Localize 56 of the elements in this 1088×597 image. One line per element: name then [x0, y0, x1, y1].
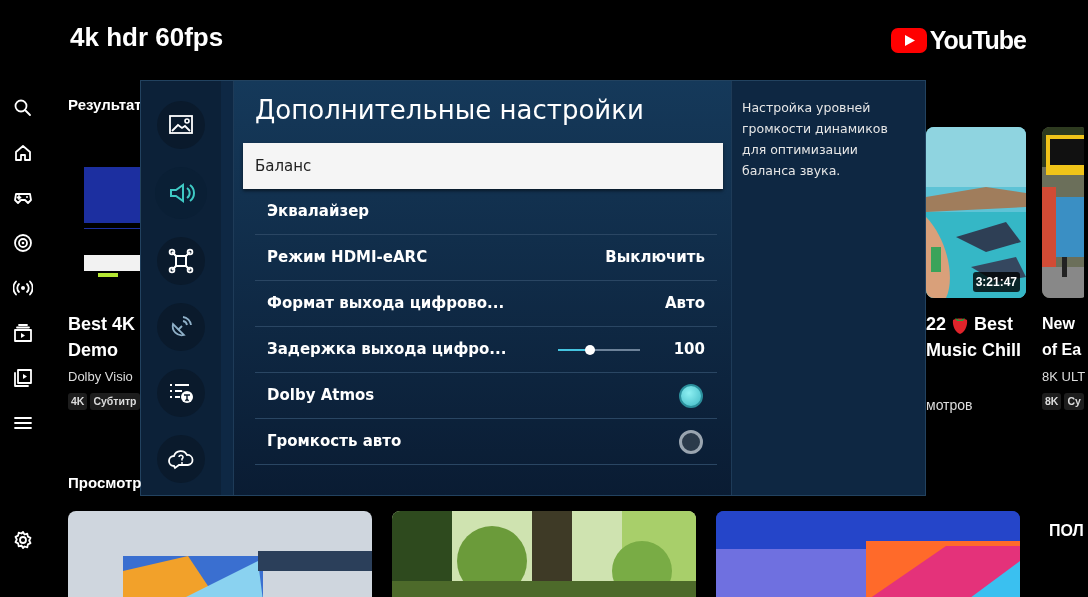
settings-category[interactable] [157, 237, 205, 285]
menu-item[interactable]: Громкость авто [255, 419, 717, 465]
network-icon [166, 246, 196, 276]
section-heading: Результат [68, 95, 142, 115]
item-label: Эквалайзер [267, 201, 370, 223]
settings-category[interactable] [157, 303, 205, 351]
description-text: Настройка уровней громкости динамиков для оптимизации баланса звука. [742, 99, 889, 180]
video-tag: Су [1064, 392, 1084, 411]
settings-category[interactable] [157, 369, 205, 417]
menu-item[interactable]: Эквалайзер [255, 189, 717, 235]
view-count: мотров [926, 396, 974, 415]
item-value: Авто [664, 293, 705, 315]
item-label: Задержка выхода цифро... [267, 339, 507, 361]
video-tag: 4K [68, 392, 88, 411]
item-label: Формат выхода цифрово... [267, 293, 505, 315]
item-label: Громкость авто [267, 431, 402, 453]
item-label: Баланс [255, 155, 312, 177]
section-heading: Просмотр [68, 473, 142, 493]
video-title[interactable]: Demo [68, 337, 118, 363]
search-icon[interactable] [13, 98, 33, 118]
slider-thumb[interactable] [584, 344, 595, 355]
item-label: Dolby Atmos [267, 385, 375, 407]
video-title[interactable]: of Ea [1042, 337, 1082, 363]
channel-name: Dolby Visio [68, 368, 134, 386]
menu-item[interactable]: Задержка выхода цифро... 100 [255, 327, 717, 373]
home-icon[interactable] [13, 143, 33, 163]
video-title[interactable]: Music Chill [926, 337, 1021, 363]
toggle-indicator[interactable] [679, 429, 703, 454]
menu-item[interactable]: Режим HDMI-eARC Выключить [255, 235, 717, 281]
logo-text: YouTube [929, 25, 1026, 56]
play-logo-icon [890, 28, 927, 54]
settings-icon[interactable] [13, 530, 33, 550]
subscriptions-icon[interactable] [13, 323, 33, 343]
menu-item[interactable]: Dolby Atmos [255, 373, 717, 419]
item-value: 100 [673, 339, 705, 361]
section-heading: ПОЛ [1049, 521, 1084, 541]
settings-category[interactable] [157, 101, 205, 149]
item-value: Выключить [605, 247, 705, 269]
broadcast-icon[interactable] [13, 278, 33, 298]
target-icon[interactable] [13, 233, 33, 253]
settings-category[interactable] [157, 435, 205, 483]
toggle-indicator[interactable] [679, 383, 703, 408]
video-title[interactable]: Best [974, 311, 1014, 337]
channel-name: 8K ULT [1042, 368, 1087, 386]
video-title[interactable]: 22 [926, 311, 947, 337]
video-tag: Субтитр [90, 392, 140, 411]
video-title[interactable]: New [1042, 311, 1075, 337]
video-tag: 8K [1042, 392, 1062, 411]
item-label: Режим HDMI-eARC [267, 247, 428, 269]
search-query: 4k hdr 60fps [69, 21, 224, 54]
menu-item[interactable]: Баланс [243, 143, 723, 189]
library-icon[interactable] [13, 368, 33, 388]
video-title[interactable]: Best 4K [68, 311, 136, 337]
video-duration: 3:21:47 [972, 272, 1020, 292]
menu-title: Дополнительные настройки [254, 94, 645, 127]
menu-item[interactable]: Формат выхода цифрово... Авто [255, 281, 717, 327]
